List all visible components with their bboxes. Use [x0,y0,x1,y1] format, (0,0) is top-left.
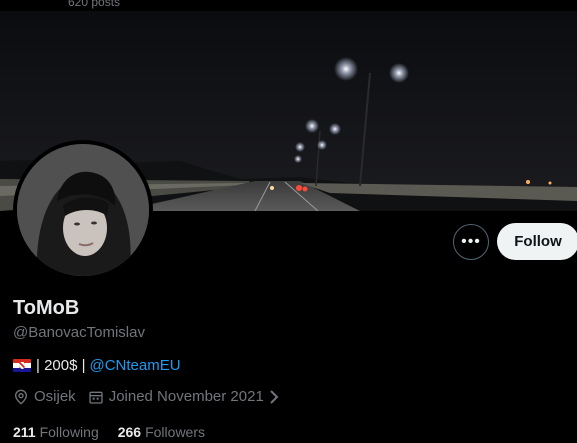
location-text: Osijek [34,388,76,405]
profile-meta: Osijek Joined November 2021 [13,388,297,405]
top-bar: 620 posts [0,0,577,11]
location-pin-icon [14,389,28,405]
bio: | 200$ | @CNteamEU [13,357,181,374]
location-item: Osijek [13,388,76,405]
profile-photo [17,144,149,276]
bio-text: | 200$ | [36,357,86,374]
user-handle: @BanovacTomislav [13,324,145,341]
joined-item[interactable]: Joined November 2021 [88,388,285,405]
followers-link[interactable]: 266 Followers [118,424,205,440]
following-link[interactable]: 211 Following [13,424,99,440]
follow-button[interactable]: Follow [497,223,577,260]
posts-count: 620 posts [68,0,121,9]
joined-text: Joined November 2021 [108,388,264,405]
followers-count: 266 [117,424,142,440]
followers-label: Followers [145,424,205,440]
following-count: 211 [13,424,36,440]
more-icon: ••• [461,233,481,250]
display-name: ToMoB [13,297,80,319]
follow-stats: 211 Following 266 Followers [13,424,224,440]
bio-mention-link[interactable]: @CNteamEU [90,357,181,374]
calendar-icon [89,391,103,404]
croatia-flag-icon [13,359,31,372]
avatar[interactable] [13,140,153,280]
following-label: Following [39,424,99,440]
more-options-button[interactable]: ••• [453,224,489,260]
chevron-right-icon [270,389,279,404]
